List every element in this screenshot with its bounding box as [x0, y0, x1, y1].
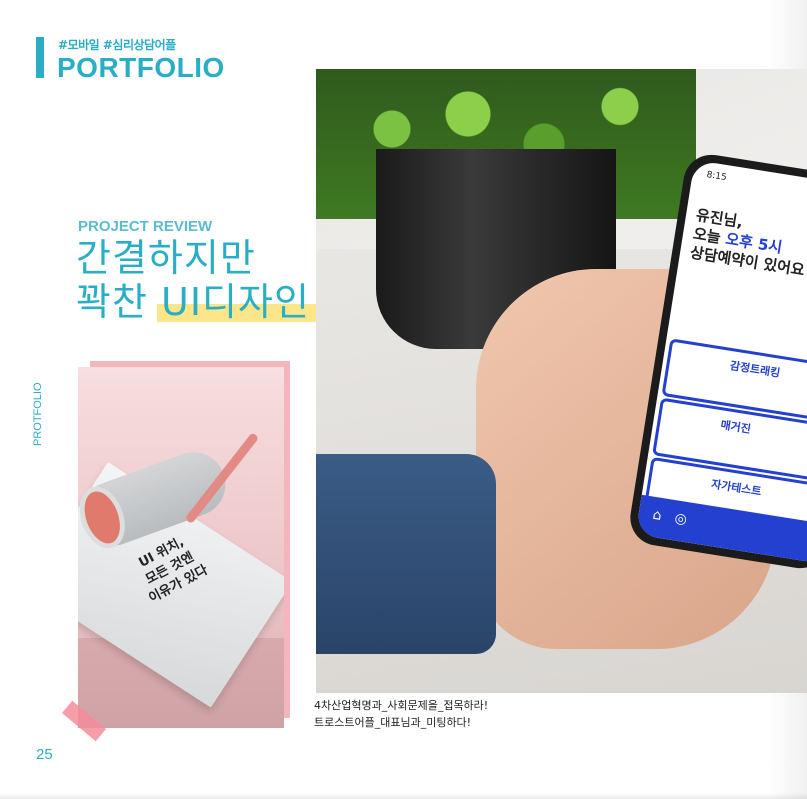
accent-bar: [36, 37, 44, 78]
hashtags: #모바일 #심리상담어플: [58, 38, 176, 52]
project-review-label: PROJECT REVIEW: [78, 218, 213, 235]
headline: 간결하지만 꽉찬 UI디자인: [76, 236, 316, 324]
phone-screen: 8:15 유진님, 오늘 오후 5시 상담예약이 있어요 감정트래킹 매거진 자…: [635, 159, 807, 565]
photo-caption: 4차산업혁명과_사회문제을_접목하라! 트로스트어플_대표님과_미팅하다!: [314, 697, 488, 731]
section-title: PORTFOLIO: [57, 52, 225, 83]
main-photo: 8:15 유진님, 오늘 오후 5시 상담예약이 있어요 감정트래킹 매거진 자…: [316, 69, 807, 693]
notepad-photo: UI 위치, 모든 것엔 이유가 있다: [78, 367, 284, 728]
caption-line: 4차산업혁명과_사회문제을_접목하라!: [314, 699, 489, 712]
greeting: 유진님, 오늘 오후 5시 상담예약이 있어요: [689, 206, 807, 280]
page-number: 25: [36, 746, 53, 763]
status-time: 8:15: [705, 170, 728, 184]
home-icon[interactable]: ⌂: [652, 507, 663, 524]
caption-line: 트로스트어플_대표님과_미팅하다!: [314, 716, 472, 729]
headline-line-2: 꽉찬 UI디자인: [76, 280, 316, 324]
location-icon[interactable]: ◎: [673, 510, 688, 528]
headline-line-1: 간결하지만: [76, 236, 256, 280]
headline-prefix: 꽉찬: [76, 280, 161, 324]
headline-highlight: UI디자인: [157, 280, 316, 324]
page-bottom-shadow: [0, 793, 807, 799]
vertical-side-label: PROTFOLIO: [32, 382, 44, 446]
denim-sleeve: [316, 454, 496, 654]
